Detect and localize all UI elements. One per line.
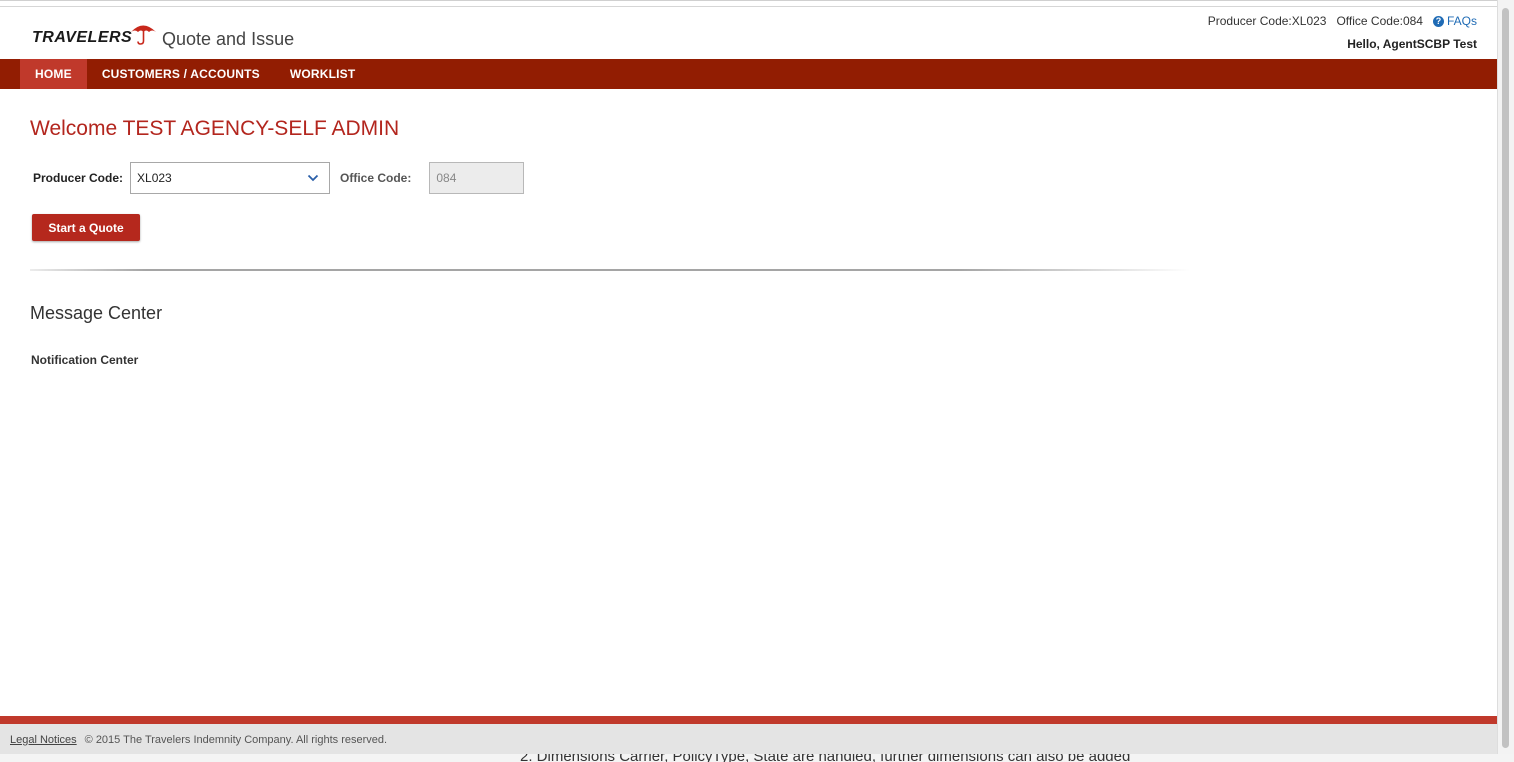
main-nav: HOME CUSTOMERS / ACCOUNTS WORKLIST — [0, 59, 1497, 89]
help-icon: ? — [1432, 15, 1444, 27]
faqs-link[interactable]: ? FAQs — [1432, 14, 1477, 28]
nav-customers-accounts[interactable]: CUSTOMERS / ACCOUNTS — [87, 59, 275, 89]
header: TRAVELERS Quote and Issue Producer Code:… — [0, 7, 1497, 59]
header-producer-code: Producer Code:XL023 — [1207, 14, 1327, 28]
office-code-label: Office Code: — [340, 171, 412, 185]
notification-center-heading: Notification Center — [31, 353, 139, 367]
vertical-scrollbar[interactable] — [1497, 0, 1514, 754]
chevron-down-icon — [307, 174, 319, 182]
producer-code-label: Producer Code: — [33, 171, 124, 185]
user-greeting: Hello, AgentSCBP Test — [1347, 37, 1477, 51]
travelers-logo[interactable]: TRAVELERS — [32, 25, 158, 47]
scroll-thumb[interactable] — [1502, 8, 1509, 748]
producer-code-value: XL023 — [137, 171, 172, 185]
footer-accent-bar — [0, 716, 1497, 724]
nav-worklist[interactable]: WORKLIST — [275, 59, 371, 89]
welcome-heading: Welcome TEST AGENCY-SELF ADMIN — [30, 117, 400, 140]
header-office-code: Office Code:084 — [1336, 14, 1423, 28]
logo-wordmark: TRAVELERS — [32, 29, 133, 46]
start-quote-button[interactable]: Start a Quote — [32, 214, 140, 241]
section-divider — [30, 269, 1190, 271]
nav-home[interactable]: HOME — [20, 59, 87, 89]
umbrella-icon — [131, 25, 157, 45]
footer: Legal Notices © 2015 The Travelers Indem… — [0, 724, 1497, 754]
producer-code-select[interactable]: XL023 — [130, 162, 331, 194]
background-partial-text: 2. Dimensions Carrier, PolicyType, State… — [520, 754, 1130, 762]
app-title: Quote and Issue — [162, 29, 295, 49]
background-window: 2. Dimensions Carrier, PolicyType, State… — [0, 754, 1514, 762]
message-center-heading: Message Center — [30, 303, 163, 323]
legal-notices-link[interactable]: Legal Notices — [10, 734, 77, 746]
office-code-field[interactable]: 084 — [429, 162, 525, 194]
header-meta: Producer Code:XL023 Office Code:084 ? FA… — [1208, 14, 1477, 28]
producer-form-row: Producer Code: XL023 Office Code: 084 — [33, 162, 525, 194]
faqs-label: FAQs — [1446, 14, 1477, 28]
copyright-text: © 2015 The Travelers Indemnity Company. … — [84, 733, 388, 746]
browser-window: TRAVELERS Quote and Issue Producer Code:… — [0, 0, 1497, 754]
